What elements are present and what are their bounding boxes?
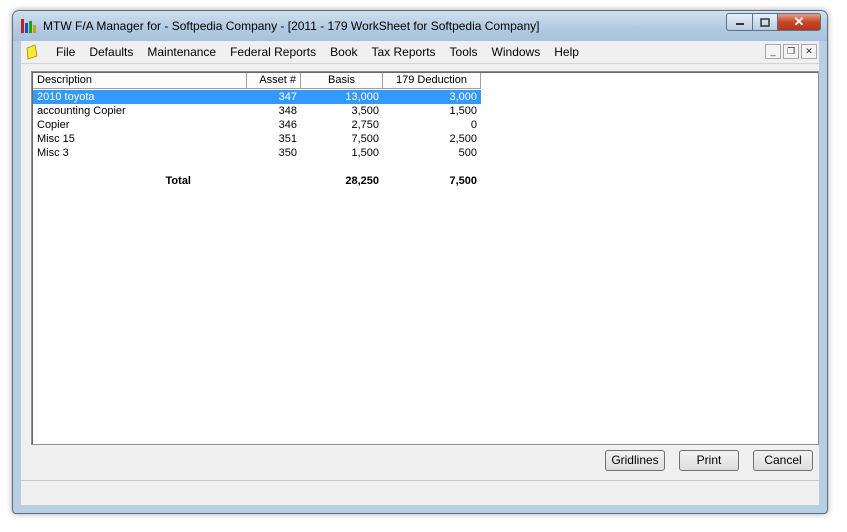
cell-179-deduction: 0 xyxy=(470,119,477,131)
menu-book[interactable]: Book xyxy=(323,44,364,60)
table-row[interactable]: 2010 toyota 347 13,000 3,000 xyxy=(33,90,481,104)
menu-maintenance[interactable]: Maintenance xyxy=(140,44,223,60)
cell-basis: 7,500 xyxy=(351,133,379,145)
cell-basis: 2,750 xyxy=(351,119,379,131)
app-bars-icon xyxy=(21,19,37,33)
status-bar xyxy=(21,480,819,505)
column-asset-number[interactable]: Asset # xyxy=(247,73,301,89)
cell-description: 2010 toyota xyxy=(37,91,95,103)
window-title: MTW F/A Manager for - Softpedia Company … xyxy=(43,19,540,33)
minimize-icon: _ xyxy=(770,46,776,56)
cell-179-deduction: 2,500 xyxy=(449,133,477,145)
cell-basis: 13,000 xyxy=(345,91,379,103)
menu-tax-reports[interactable]: Tax Reports xyxy=(365,44,443,60)
total-label: Total xyxy=(165,175,191,187)
worksheet-client-area: Description Asset # Basis 179 Deduction … xyxy=(21,64,819,505)
menu-help[interactable]: Help xyxy=(547,44,586,60)
maximize-icon xyxy=(760,17,770,27)
table-row[interactable]: Misc 3 350 1,500 500 xyxy=(33,146,481,160)
mdi-close-button[interactable]: ✕ xyxy=(801,44,817,59)
total-row: Total 28,250 7,500 xyxy=(33,174,481,188)
cell-asset-number: 350 xyxy=(278,147,297,159)
cell-basis: 3,500 xyxy=(351,105,379,117)
maximize-button[interactable] xyxy=(752,13,778,31)
total-179-deduction: 7,500 xyxy=(449,175,477,187)
menu-file[interactable]: File xyxy=(49,44,82,60)
cell-description: Copier xyxy=(37,119,70,131)
list-rows: 2010 toyota 347 13,000 3,000 accounting … xyxy=(33,90,481,188)
table-row[interactable]: Misc 15 351 7,500 2,500 xyxy=(33,132,481,146)
dialog-buttons: Gridlines Print Cancel xyxy=(605,450,813,471)
document-icon xyxy=(26,44,38,60)
total-asset-spacer xyxy=(247,174,301,188)
table-row[interactable]: accounting Copier 348 3,500 1,500 xyxy=(33,104,481,118)
cell-basis: 1,500 xyxy=(351,147,379,159)
cell-179-deduction: 3,000 xyxy=(449,91,477,103)
cell-asset-number: 346 xyxy=(278,119,297,131)
close-button[interactable]: ✕ xyxy=(778,13,821,31)
close-icon: ✕ xyxy=(793,14,805,29)
print-button[interactable]: Print xyxy=(679,450,739,471)
cell-179-deduction: 1,500 xyxy=(449,105,477,117)
menu-windows[interactable]: Windows xyxy=(485,44,548,60)
title-bar[interactable]: MTW F/A Manager for - Softpedia Company … xyxy=(13,11,827,41)
minimize-button[interactable] xyxy=(726,13,752,31)
column-basis[interactable]: Basis xyxy=(301,73,383,89)
cell-asset-number: 347 xyxy=(278,91,297,103)
cell-description: accounting Copier xyxy=(37,105,126,117)
main-window: MTW F/A Manager for - Softpedia Company … xyxy=(12,10,828,514)
mdi-restore-button[interactable]: ❐ xyxy=(783,44,799,59)
minimize-icon xyxy=(735,23,744,25)
cell-179-deduction: 500 xyxy=(458,147,477,159)
column-179-deduction[interactable]: 179 Deduction xyxy=(383,73,481,89)
total-basis: 28,250 xyxy=(345,175,379,187)
restore-icon: ❐ xyxy=(786,46,796,56)
close-icon: ✕ xyxy=(805,46,813,56)
worksheet-list[interactable]: Description Asset # Basis 179 Deduction … xyxy=(31,71,819,445)
menu-federal-reports[interactable]: Federal Reports xyxy=(223,44,323,60)
menu-bar: File Defaults Maintenance Federal Report… xyxy=(21,41,819,64)
column-description[interactable]: Description xyxy=(33,73,247,89)
list-header: Description Asset # Basis 179 Deduction xyxy=(33,73,481,89)
table-row[interactable]: Copier 346 2,750 0 xyxy=(33,118,481,132)
cell-description: Misc 15 xyxy=(37,133,75,145)
cancel-button[interactable]: Cancel xyxy=(753,450,813,471)
cell-asset-number: 351 xyxy=(278,133,297,145)
caption-buttons: ✕ xyxy=(726,13,821,32)
gridlines-button[interactable]: Gridlines xyxy=(605,450,665,471)
cell-asset-number: 348 xyxy=(278,105,297,117)
cell-description: Misc 3 xyxy=(37,147,69,159)
mdi-buttons: _ ❐ ✕ xyxy=(765,44,817,59)
menu-items: File Defaults Maintenance Federal Report… xyxy=(49,44,586,60)
menu-tools[interactable]: Tools xyxy=(443,44,485,60)
menu-defaults[interactable]: Defaults xyxy=(82,44,140,60)
mdi-minimize-button[interactable]: _ xyxy=(765,44,781,59)
